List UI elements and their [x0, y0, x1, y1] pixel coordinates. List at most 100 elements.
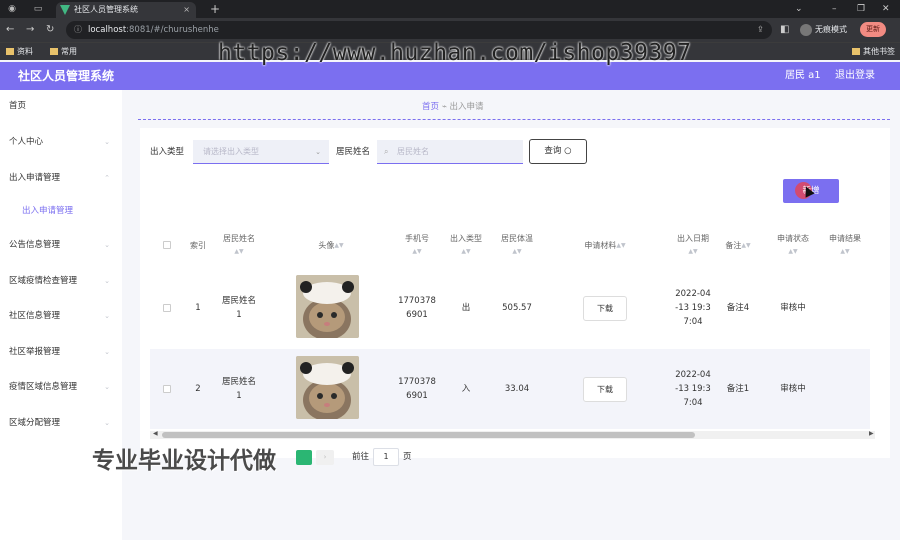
name-input[interactable]: ⌕ 居民姓名: [377, 140, 523, 164]
cell-result: [820, 349, 870, 429]
sidebar-item-epidemic-check[interactable]: 区域疫情检查管理 ⌄: [0, 271, 122, 291]
column-header[interactable]: 申请状态 ▲▼: [768, 222, 818, 268]
bookmark-folder[interactable]: 常用: [50, 43, 77, 60]
scrollbar-thumb[interactable]: [162, 432, 695, 438]
select-all-checkbox[interactable]: [163, 241, 171, 249]
reload-icon[interactable]: ↻: [46, 23, 54, 37]
minimize-icon[interactable]: –: [832, 2, 837, 16]
other-bookmarks[interactable]: 其他书签: [852, 43, 895, 60]
sidebar-item-report-mgmt[interactable]: 社区举报管理 ⌄: [0, 342, 122, 362]
tab-search-icon[interactable]: ▭: [32, 3, 44, 15]
sidebar-item-label: 个人中心: [9, 137, 44, 147]
url-path: :8081/#/churushenhe: [126, 25, 219, 35]
scroll-left-icon[interactable]: ◀: [153, 430, 158, 437]
row-checkbox[interactable]: [163, 385, 171, 393]
restore-icon[interactable]: ❐: [857, 2, 865, 16]
cell-date: 2022-04 -13 19:3 7:04: [675, 370, 711, 408]
cell-temperature: 505.57: [502, 303, 532, 313]
sidebar-subitem-access-mgmt[interactable]: 出入申请管理: [0, 201, 122, 221]
browser-tab[interactable]: 社区人员管理系统 ×: [56, 2, 196, 18]
sort-icon: ▲▼: [234, 248, 244, 255]
sort-icon: ▲▼: [788, 248, 798, 255]
cell-phone: 1770378 6901: [398, 296, 436, 320]
cell-material: 下载: [540, 349, 670, 429]
sidebar-item-epidemic-area[interactable]: 疫情区域信息管理 ⌄: [0, 377, 122, 397]
watermark-text: 专业毕业设计代做: [92, 448, 276, 474]
info-icon[interactable]: ⓘ: [74, 21, 82, 39]
sidebar-item-area-assign[interactable]: 区域分配管理 ⌄: [0, 413, 122, 433]
close-window-icon[interactable]: ✕: [882, 2, 890, 16]
chrome-icon[interactable]: ◉: [6, 3, 18, 15]
cell-phone: 1770378 6901: [398, 377, 436, 401]
cat-avatar-image: [296, 356, 359, 419]
sidebar-item-home[interactable]: 首页: [0, 96, 122, 116]
new-tab-icon[interactable]: +: [210, 1, 220, 17]
column-header[interactable]: 头像 ▲▼: [266, 222, 396, 268]
page-input[interactable]: 1: [373, 448, 399, 466]
forward-icon[interactable]: →: [26, 23, 34, 37]
chevron-down-icon: ⌄: [104, 419, 110, 427]
update-button[interactable]: 更新: [860, 22, 886, 37]
column-header[interactable]: 申请材料 ▲▼: [540, 222, 670, 268]
column-header[interactable]: 备注 ▲▼: [716, 222, 760, 268]
cell-temperature: 33.04: [504, 384, 530, 394]
address-bar: ← → ↻ ⓘ localhost:8081/#/churushenhe ⇪ ◧…: [0, 18, 900, 42]
breadcrumb: 首页 ⌁ 出入申请: [422, 100, 484, 112]
cell-status: 审核中: [780, 303, 806, 313]
cell-material: 下载: [540, 268, 670, 348]
next-page-icon[interactable]: ›: [316, 450, 334, 465]
column-header[interactable]: 居民姓名 ▲▼: [212, 222, 266, 268]
cell-status: 审核中: [780, 384, 806, 394]
sidebar-item-community-info[interactable]: 社区信息管理 ⌄: [0, 306, 122, 326]
column-header[interactable]: 居民体温 ▲▼: [494, 222, 540, 268]
column-header[interactable]: 出入日期 ▲▼: [670, 222, 716, 268]
url-input[interactable]: ⓘ localhost:8081/#/churushenhe ⇪: [66, 21, 772, 39]
app-title: 社区人员管理系统: [18, 69, 115, 83]
cell-note: 备注4: [726, 303, 750, 313]
column-header[interactable]: 手机号 ▲▼: [396, 222, 438, 268]
breadcrumb-home[interactable]: 首页: [422, 102, 439, 112]
column-header[interactable]: 出入类型 ▲▼: [438, 222, 494, 268]
sort-icon: ▲▼: [840, 248, 850, 255]
query-button[interactable]: 查询 ○: [529, 139, 587, 164]
incognito-indicator[interactable]: 无痕模式: [800, 22, 847, 38]
chevron-down-icon: ⌄: [104, 348, 110, 356]
bookmark-folder[interactable]: 资料: [6, 43, 33, 60]
table-header: 索引 居民姓名 ▲▼ 头像 ▲▼ 手机号 ▲▼ 出入类型 ▲▼ 居民体温 ▲▼ 申请材料…: [150, 222, 870, 268]
table-row: 1 居民姓名 1 1770378 6901 出 505.57 下载 2022-0…: [150, 268, 870, 348]
cell-date: 2022-04 -13 19:3 7:04: [675, 289, 711, 327]
sidebar-item-access-mgmt[interactable]: 出入申请管理 ⌃: [0, 168, 122, 188]
close-tab-icon[interactable]: ×: [183, 2, 190, 18]
column-header[interactable]: 申请结果 ▲▼: [820, 222, 870, 268]
logout-link[interactable]: 退出登录: [835, 62, 875, 90]
download-button[interactable]: 下载: [583, 376, 627, 402]
sort-icon: ▲▼: [334, 241, 344, 249]
page-current[interactable]: [296, 450, 312, 465]
cell-type: 出: [461, 303, 471, 313]
chevron-down-icon: ⌄: [104, 277, 110, 285]
sort-icon: ▲▼: [616, 241, 626, 249]
sidebar-item-notice-mgmt[interactable]: 公告信息管理 ⌄: [0, 235, 122, 255]
app-header: 社区人员管理系统 居民 a1 退出登录: [0, 62, 900, 90]
scroll-right-icon[interactable]: ▶: [869, 430, 874, 437]
sidebar-toggle-icon[interactable]: ◧: [780, 23, 789, 37]
incognito-icon: [800, 23, 812, 36]
search-icon: ○: [564, 146, 572, 156]
bookmark-label: 常用: [61, 47, 77, 56]
row-checkbox[interactable]: [163, 304, 171, 312]
browser-tab-bar: ◉ ▭ 社区人员管理系统 × + ⌄ – ❐ ✕: [0, 0, 900, 18]
avatar: [296, 356, 359, 419]
chevron-down-icon: ⌄: [104, 312, 110, 320]
folder-icon: [50, 48, 58, 55]
sidebar-item-label: 公告信息管理: [9, 240, 61, 250]
tab-list-icon[interactable]: ⌄: [795, 2, 803, 16]
back-icon[interactable]: ←: [6, 23, 14, 37]
chevron-down-icon: ⌄: [315, 148, 321, 156]
tab-title: 社区人员管理系统: [74, 5, 138, 14]
sidebar-item-personal-center[interactable]: 个人中心 ⌄: [0, 132, 122, 152]
download-button[interactable]: 下载: [583, 295, 627, 321]
goto-label: 前往: [352, 452, 370, 462]
name-label: 居民姓名: [336, 147, 371, 157]
type-select[interactable]: 请选择出入类型 ⌄: [193, 140, 329, 164]
share-icon[interactable]: ⇪: [757, 21, 764, 39]
